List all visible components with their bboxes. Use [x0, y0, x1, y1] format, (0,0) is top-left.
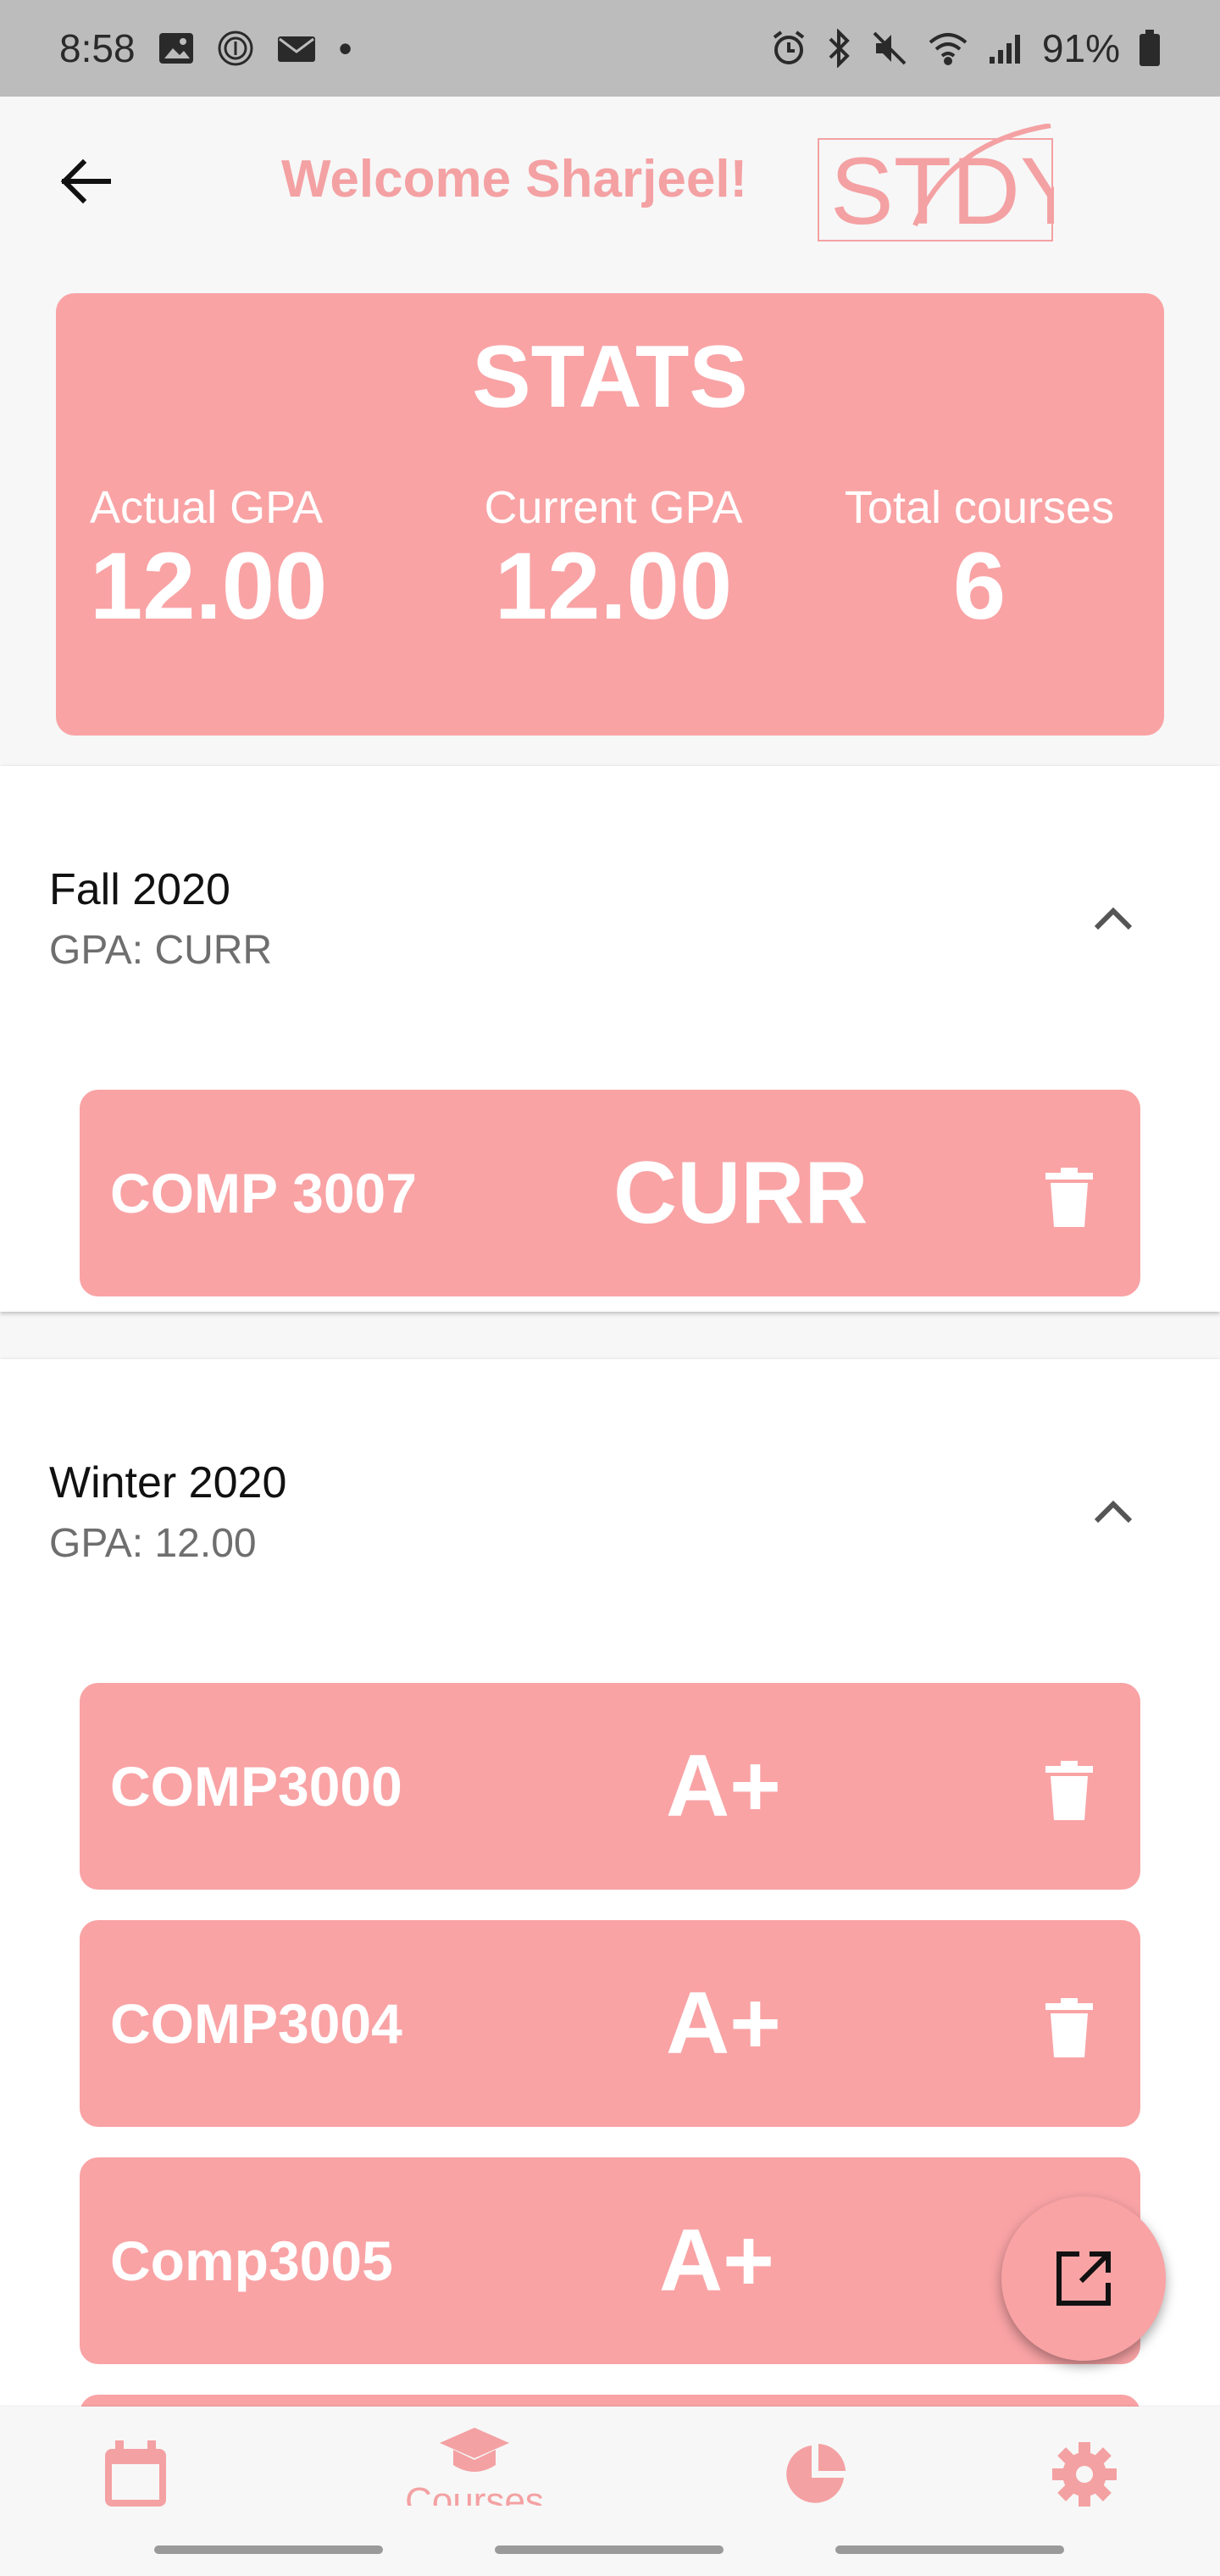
nav-courses[interactable]: Courses — [398, 2407, 551, 2525]
course-card[interactable]: COMP3004 A+ — [80, 1920, 1140, 2127]
stat-label: Current GPA — [484, 482, 743, 533]
calendar-icon — [105, 2440, 166, 2507]
battery-icon — [1139, 30, 1161, 67]
stats-title: STATS — [472, 328, 748, 426]
course-grade: A+ — [666, 1737, 781, 1835]
app-header: Welcome Sharjeel! STDY — [0, 97, 1220, 283]
bluetooth-icon — [827, 29, 852, 68]
term-gpa: GPA: CURR — [49, 928, 273, 973]
status-time: 8:58 — [59, 26, 136, 70]
course-name: COMP3004 — [110, 1992, 402, 2055]
course-grade: A+ — [659, 2212, 774, 2310]
nav-stats[interactable] — [739, 2415, 891, 2534]
gesture-bar — [495, 2545, 724, 2554]
course-name: COMP 3007 — [110, 1162, 417, 1224]
term-title: Winter 2020 — [49, 1458, 287, 1507]
status-dot: • — [338, 26, 352, 70]
nav-calendar[interactable] — [59, 2415, 212, 2534]
nav-courses-label: Courses — [405, 2480, 544, 2506]
course-card[interactable]: COMP 3007 CURR — [80, 1090, 1140, 1296]
stat-label: Actual GPA — [90, 482, 324, 533]
status-bar: 8:58 • 91% — [0, 0, 1220, 97]
pie-chart-icon — [786, 2444, 846, 2503]
gesture-bar — [154, 2545, 383, 2554]
term-panel-fall-2020: Fall 2020 GPA: CURR COMP 3007 CURR — [0, 766, 1220, 1312]
term-title: Fall 2020 — [49, 865, 230, 914]
mute-icon — [871, 30, 908, 67]
stat-value: 12.00 — [90, 533, 328, 639]
trash-icon[interactable] — [1044, 1998, 1095, 2057]
fingerprint-icon — [217, 30, 254, 67]
trash-icon[interactable] — [1044, 1168, 1095, 1227]
stats-card: STATS Actual GPA 12.00 Current GPA 12.00… — [56, 293, 1164, 736]
stat-value: 6 — [952, 533, 1006, 639]
stat-actual-gpa: Actual GPA 12.00 — [90, 481, 437, 638]
stat-total-courses: Total courses 6 — [818, 481, 1140, 638]
signal-icon — [988, 31, 1023, 65]
mail-icon — [276, 31, 317, 65]
gallery-icon — [158, 31, 195, 65]
gear-icon — [1052, 2442, 1117, 2507]
course-card[interactable]: Comp3005 A+ — [80, 2157, 1140, 2364]
battery-percent: 91% — [1041, 26, 1120, 70]
course-name: Comp3005 — [110, 2229, 393, 2292]
collapse-button[interactable] — [1088, 893, 1139, 944]
collapse-button[interactable] — [1088, 1486, 1139, 1537]
welcome-text: Welcome Sharjeel! — [281, 150, 748, 208]
alarm-icon — [769, 29, 808, 68]
gesture-bar — [835, 2545, 1064, 2554]
stat-value: 12.00 — [494, 533, 733, 639]
open-external-icon — [1056, 2251, 1111, 2306]
course-grade: CURR — [613, 1144, 868, 1242]
course-name: COMP3000 — [110, 1755, 402, 1818]
term-gpa: GPA: 12.00 — [49, 1521, 257, 1566]
stat-current-gpa: Current GPA 12.00 — [461, 481, 766, 638]
open-external-button[interactable] — [1001, 2196, 1166, 2361]
graduation-cap-icon — [440, 2428, 509, 2472]
course-grade: A+ — [666, 1974, 781, 2073]
chevron-up-icon — [1094, 907, 1133, 930]
logo-text: STDY — [830, 138, 1054, 244]
back-button[interactable] — [51, 147, 119, 215]
trash-icon[interactable] — [1044, 1761, 1095, 1820]
stat-label: Total courses — [844, 482, 1115, 533]
back-arrow-icon — [60, 158, 111, 204]
app-logo: STDY — [818, 124, 1054, 244]
nav-settings[interactable] — [1008, 2415, 1161, 2534]
course-card[interactable]: COMP3000 A+ — [80, 1683, 1140, 1890]
wifi-icon — [927, 31, 969, 66]
chevron-up-icon — [1094, 1500, 1133, 1524]
